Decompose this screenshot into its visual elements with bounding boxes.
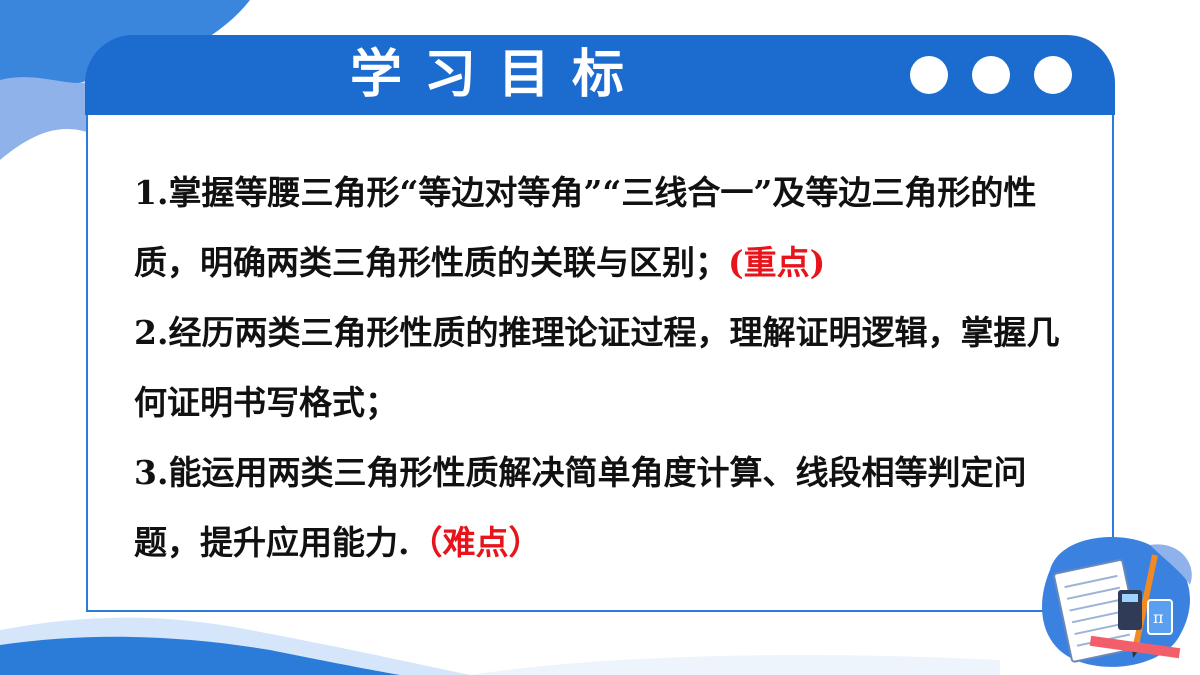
page-title: 学习目标	[350, 45, 647, 105]
dot-icon	[910, 56, 948, 94]
objective-text: 3.能运用两类三角形性质解决简单角度计算、线段相等判定问题，提升应用能力.	[134, 453, 1027, 562]
objective-item: 2.经历两类三角形性质的推理论证过程，理解证明逻辑，掌握几何证明书写格式；	[134, 298, 1074, 438]
svg-text:π: π	[1153, 608, 1164, 627]
header-dots	[910, 56, 1072, 100]
bottom-band	[470, 655, 1000, 675]
key-point-tag: (重点)	[728, 243, 826, 282]
objective-text: 2.经历两类三角形性质的推理论证过程，理解证明逻辑，掌握几何证明书写格式；	[134, 313, 1060, 422]
objective-item: 1.掌握等腰三角形“等边对等角”“三线合一”及等边三角形的性质，明确两类三角形性…	[134, 158, 1074, 298]
dot-icon	[972, 56, 1010, 94]
objective-item: 3.能运用两类三角形性质解决简单角度计算、线段相等判定问题，提升应用能力.（难点…	[134, 438, 1074, 578]
difficult-point-tag: （难点）	[409, 523, 542, 562]
slide: 学习目标 1.掌握等腰三角形“等边对等角”“三线合一”及等边三角形的性质，明确两…	[0, 0, 1200, 675]
top-left-light-wave	[0, 77, 95, 160]
objective-text: 1.掌握等腰三角形“等边对等角”“三线合一”及等边三角形的性质，明确两类三角形性…	[134, 173, 1037, 282]
objectives-list: 1.掌握等腰三角形“等边对等角”“三线合一”及等边三角形的性质，明确两类三角形性…	[134, 158, 1074, 578]
math-stationery-icon: π	[1042, 537, 1192, 667]
dot-icon	[1034, 56, 1072, 94]
